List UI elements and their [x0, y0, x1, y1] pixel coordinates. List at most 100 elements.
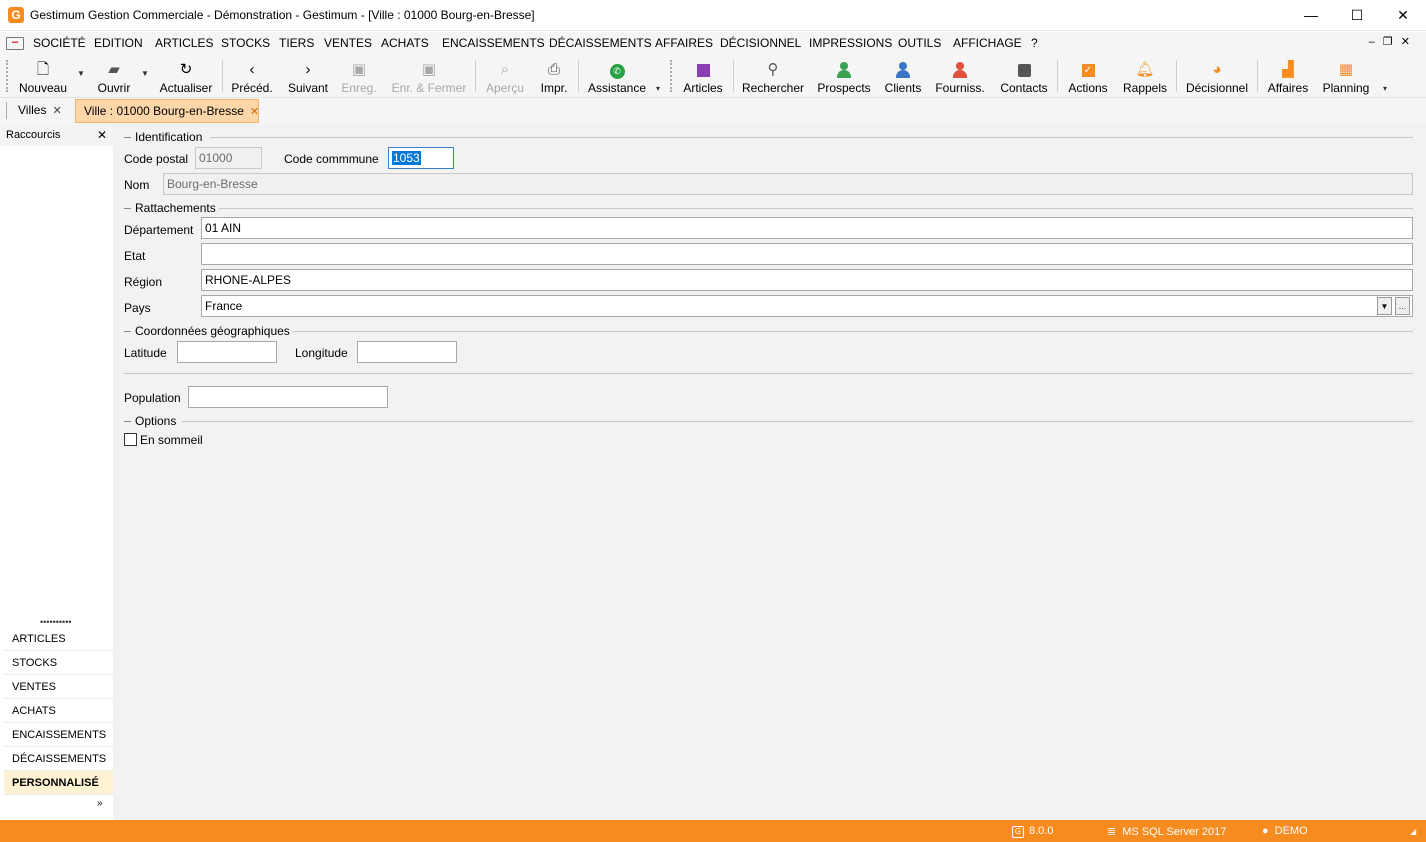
dropdown-arrow-icon[interactable]: ▼ — [1377, 297, 1392, 315]
sidebar-title: Raccourcis — [6, 129, 61, 141]
group-line — [124, 331, 131, 332]
sidebar-item-ventes[interactable]: VENTES — [4, 675, 113, 699]
sidebar-splitter-grip[interactable]: •••••••••• — [40, 617, 72, 627]
preview-icon: ⌕ — [500, 61, 510, 78]
toolbar-overflow-icon[interactable]: ▾ — [1383, 84, 1387, 93]
sidebar-item-encaissements[interactable]: ENCAISSEMENTS — [4, 723, 113, 747]
resize-grip-icon[interactable]: ◢ — [1410, 827, 1416, 836]
etat-field[interactable] — [201, 243, 1413, 265]
supplier-icon — [933, 60, 987, 80]
pie-chart-icon: ◕ — [1212, 61, 1222, 78]
toolbar-grip[interactable] — [670, 60, 672, 92]
enregistrer-fermer-button[interactable]: ▣ Enr. & Fermer — [388, 56, 470, 96]
nouveau-dropdown-icon[interactable]: ▼ — [77, 69, 85, 78]
menu-achats[interactable]: ACHATS — [381, 36, 429, 50]
print-icon: ⎙ — [547, 61, 560, 78]
enregistrer-button[interactable]: ▣ Enreg. — [338, 56, 380, 96]
ouvrir-dropdown-icon[interactable]: ▼ — [141, 69, 149, 78]
tab-villes[interactable]: Villes ✕ — [10, 99, 70, 123]
window-title: Gestimum Gestion Commerciale - Démonstra… — [30, 8, 535, 22]
menu-bar: ▪▪▪ SOCIÉTÉ EDITION ARTICLES STOCKS TIER… — [0, 32, 1426, 54]
toolbar-grip[interactable] — [6, 60, 8, 92]
toolbar-overflow-icon[interactable]: ▾ — [656, 84, 660, 93]
ellipsis-browse-icon[interactable]: … — [1395, 297, 1410, 315]
rappels-button[interactable]: 🔔︎ Rappels — [1120, 56, 1170, 96]
mdi-window-controls[interactable]: ‒❐✕ — [1369, 35, 1418, 48]
menu-stocks[interactable]: STOCKS — [221, 36, 270, 50]
close-tab-icon[interactable]: ✕ — [52, 105, 61, 117]
group-line — [210, 137, 1413, 138]
group-line — [292, 331, 1413, 332]
menu-societe[interactable]: SOCIÉTÉ — [33, 36, 86, 50]
sidebar-header: Raccourcis ✕ — [0, 124, 113, 146]
new-document-icon: 🗋 — [36, 61, 50, 78]
document-tabs: Villes ✕ Ville : 01000 Bourg-en-Bresse ✕ — [0, 98, 1426, 124]
prospects-button[interactable]: Prospects — [814, 56, 874, 96]
sidebar-item-articles[interactable]: ARTICLES — [4, 627, 113, 651]
menu-ventes[interactable]: VENTES — [324, 36, 372, 50]
sidebar-more-icon[interactable]: » — [97, 798, 103, 809]
pays-combobox[interactable]: France ▼ … — [201, 295, 1413, 317]
tab-ville-detail[interactable]: Ville : 01000 Bourg-en-Bresse ✕ — [75, 99, 259, 123]
save-close-icon: ▣ — [421, 61, 437, 78]
clients-button[interactable]: Clients — [881, 56, 925, 96]
menu-grip-icon[interactable]: ▪▪▪ — [6, 37, 24, 50]
minimize-button[interactable]: — — [1288, 0, 1334, 31]
en-sommeil-checkbox[interactable] — [124, 433, 137, 446]
decisionnel-button[interactable]: ◕ Décisionnel — [1182, 56, 1252, 96]
menu-encaissements[interactable]: ENCAISSEMENTS — [442, 36, 545, 50]
pays-value: France — [205, 299, 243, 313]
suivant-button[interactable]: › Suivant — [284, 56, 332, 96]
rechercher-button[interactable]: ⚲ Rechercher — [740, 56, 806, 96]
menu-help[interactable]: ? — [1031, 36, 1038, 50]
nom-label: Nom — [124, 178, 150, 192]
actualiser-button[interactable]: ↻ Actualiser — [156, 56, 216, 96]
whatsapp-icon: ✆ — [586, 60, 648, 80]
close-window-button[interactable]: ✕ — [1380, 0, 1426, 31]
actions-button[interactable]: ✓ Actions — [1064, 56, 1112, 96]
user-status: ● DEMO — [1262, 825, 1308, 837]
nouveau-button[interactable]: 🗋 Nouveau — [14, 56, 72, 96]
menu-affichage[interactable]: AFFICHAGE — [953, 36, 1022, 50]
code-commune-field[interactable]: 1053 — [388, 147, 454, 169]
close-sidebar-icon[interactable]: ✕ — [97, 128, 107, 142]
group-line — [124, 421, 131, 422]
sidebar-item-personnalise[interactable]: PERSONNALISÉ — [4, 771, 113, 795]
sidebar-item-stocks[interactable]: STOCKS — [4, 651, 113, 675]
fournisseurs-button[interactable]: Fourniss. — [933, 56, 987, 96]
shortcuts-sidebar: Raccourcis ✕ •••••••••• ARTICLES STOCKS … — [0, 124, 113, 820]
search-person-icon: ⚲ — [767, 61, 779, 78]
contacts-button[interactable]: Contacts — [996, 56, 1052, 96]
latitude-field[interactable] — [177, 341, 277, 363]
app-logo-icon: G — [1012, 826, 1024, 838]
ouvrir-button[interactable]: ▰ Ouvrir — [92, 56, 136, 96]
planning-button[interactable]: ▦ Planning — [1318, 56, 1374, 96]
close-tab-icon[interactable]: ✕ — [250, 106, 259, 118]
menu-decaissements[interactable]: DÉCAISSEMENTS — [549, 36, 652, 50]
apercu-button[interactable]: ⌕ Aperçu — [482, 56, 528, 96]
pays-label: Pays — [124, 301, 151, 315]
menu-tiers[interactable]: TIERS — [279, 36, 314, 50]
longitude-field[interactable] — [357, 341, 457, 363]
prospect-icon — [814, 60, 874, 80]
precedent-button[interactable]: ‹ Précéd. — [228, 56, 276, 96]
imprimer-button[interactable]: ⎙ Impr. — [536, 56, 572, 96]
population-label: Population — [124, 391, 181, 405]
sidebar-item-decaissements[interactable]: DÉCAISSEMENTS — [4, 747, 113, 771]
articles-button[interactable]: Articles — [678, 56, 728, 96]
assistance-button[interactable]: ✆ Assistance — [586, 56, 648, 96]
menu-edition[interactable]: EDITION — [94, 36, 143, 50]
menu-articles[interactable]: ARTICLES — [155, 36, 213, 50]
region-field[interactable]: RHONE-ALPES — [201, 269, 1413, 291]
menu-outils[interactable]: OUTILS — [898, 36, 941, 50]
population-field[interactable] — [188, 386, 388, 408]
departement-label: Département — [124, 223, 194, 237]
title-bar: G Gestimum Gestion Commerciale - Démonst… — [0, 0, 1426, 31]
menu-decisionnel[interactable]: DÉCISIONNEL — [720, 36, 801, 50]
menu-affaires[interactable]: AFFAIRES — [655, 36, 713, 50]
menu-impressions[interactable]: IMPRESSIONS — [809, 36, 892, 50]
sidebar-item-achats[interactable]: ACHATS — [4, 699, 113, 723]
departement-field[interactable]: 01 AIN — [201, 217, 1413, 239]
affaires-button[interactable]: ▟ Affaires — [1264, 56, 1312, 96]
maximize-button[interactable]: ☐ — [1334, 0, 1380, 31]
